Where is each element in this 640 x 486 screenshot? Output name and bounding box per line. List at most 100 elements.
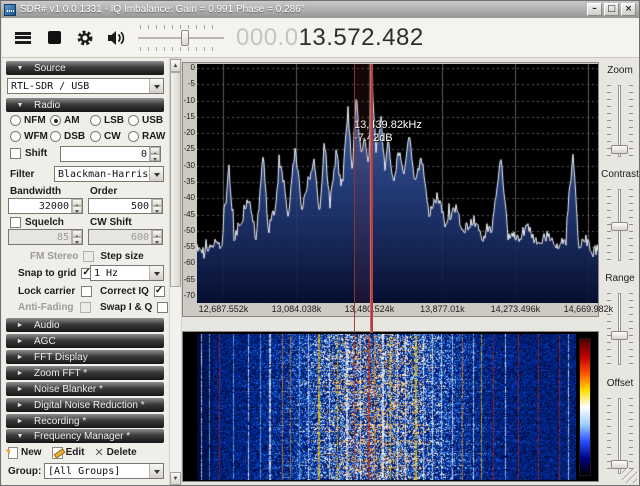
mode-radio-raw[interactable]: RAW [128,131,165,142]
chevron-down-icon[interactable] [149,167,163,181]
mode-radio-cw[interactable]: CW [90,131,121,142]
menu-button[interactable] [13,27,33,49]
chevron-down-icon[interactable] [149,266,163,280]
close-button[interactable]: × [621,3,636,16]
panel-header-recording[interactable]: ►Recording * [6,414,164,428]
squelch-spinner[interactable] [71,230,82,244]
edit-button[interactable]: Edit [52,447,85,459]
maximize-button[interactable]: □ [604,3,619,16]
slider-label: Offset [600,378,640,389]
radio-icon[interactable] [10,131,21,142]
frequency-manager-toolbar: New Edit ✕ Delete [8,446,147,459]
offset-slider[interactable] [600,398,640,474]
anti-fading-checkbox[interactable] [80,302,91,313]
fm-stereo-checkbox[interactable] [83,251,94,262]
panel-header-digitalnoisereduction[interactable]: ►Digital Noise Reduction * [6,398,164,412]
cw-shift-input[interactable]: 600 [88,229,163,245]
squelch-input[interactable]: 85 [8,229,83,245]
panel-header-source[interactable]: ▼ Source [6,61,164,75]
stop-button[interactable] [44,27,64,49]
mode-radio-dsb[interactable]: DSB [50,131,85,142]
shift-input[interactable]: 0 [60,146,161,162]
resize-grip[interactable] [622,468,637,483]
swap-iq-checkbox[interactable] [157,302,168,313]
scroll-up-arrow[interactable]: ▲ [170,59,181,72]
volume-thumb[interactable] [181,30,189,46]
panel-header-audio[interactable]: ►Audio [6,318,164,332]
collapse-triangle-icon: ► [6,402,34,409]
sidebar-scrollbar[interactable]: ▲ ▼ [169,58,182,486]
new-button[interactable]: New [8,447,42,459]
minimize-button[interactable]: – [587,3,602,16]
waterfall-canvas[interactable] [197,334,576,480]
radio-icon[interactable] [128,115,139,126]
frequency-digits[interactable]: 13.572.482 [299,24,424,52]
shift-checkbox[interactable] [10,148,21,159]
mode-label: WFM [24,131,48,142]
mode-label: AM [64,115,80,126]
order-spinner[interactable] [151,199,162,213]
mode-radio-usb[interactable]: USB [128,115,163,126]
collapse-triangle-icon: ► [6,354,34,361]
panel-header-agc[interactable]: ►AGC [6,334,164,348]
slider-thumb[interactable] [611,331,628,340]
panel-header-noiseblanker[interactable]: ►Noise Blanker * [6,382,164,396]
range-slider[interactable] [600,293,640,365]
step-size-dropdown[interactable]: 1 Hz [90,265,164,281]
radio-icon[interactable] [90,131,101,142]
bandwidth-spinner[interactable] [71,199,82,213]
radio-icon[interactable] [50,131,61,142]
mode-radio-lsb[interactable]: LSB [90,115,124,126]
slider-track[interactable] [618,293,621,365]
chevron-down-icon[interactable] [149,464,163,478]
mode-radio-am[interactable]: AM [50,115,80,126]
swap-iq-label: Swap I & Q [100,302,152,313]
scrollbar-thumb[interactable] [170,72,181,287]
slider-thumb[interactable] [611,222,628,231]
contrast-slider[interactable] [600,189,640,261]
mode-radio-nfm[interactable]: NFM [10,115,46,126]
filter-dropdown[interactable]: Blackman-Harris 4 [54,166,164,182]
titlebar[interactable]: SDR# v1.0.0.1331 - IQ Imbalance: Gain = … [1,1,639,18]
volume-ticks-bottom [140,47,220,51]
settings-button[interactable] [75,27,95,49]
radio-icon[interactable] [50,115,61,126]
shift-spinner[interactable] [149,147,160,161]
radio-icon[interactable] [90,115,101,126]
app-window: SDR# v1.0.0.1331 - IQ Imbalance: Gain = … [0,0,640,486]
squelch-checkbox[interactable] [10,217,21,228]
tuned-frequency-line[interactable] [370,64,373,333]
panel-header-radio[interactable]: ▼ Radio [6,98,164,112]
slider-thumb[interactable] [611,145,628,154]
lock-carrier-checkbox[interactable] [81,286,92,297]
radio-icon[interactable] [10,115,21,126]
bandwidth-input[interactable]: 32000 [8,198,83,214]
panel-header-zoomfft[interactable]: ►Zoom FFT * [6,366,164,380]
mute-button[interactable] [106,27,126,49]
zoom-slider[interactable] [600,85,640,157]
panel-header-frequency-manager[interactable]: ▼ Frequency Manager * [6,429,164,443]
squelch-row: Squelch [10,217,64,228]
chevron-down-icon[interactable] [149,79,163,93]
spectrum-plot[interactable]: 13,439.82kHz -7.42dB [197,64,598,303]
mode-label: NFM [24,115,46,126]
mode-radio-wfm[interactable]: WFM [10,131,48,142]
scroll-down-arrow[interactable]: ▼ [170,472,181,485]
delete-button[interactable]: ✕ Delete [94,446,136,459]
x-tick-label: 12,687.552k [199,304,249,314]
y-tick-label: 0 [191,64,195,72]
source-device-dropdown[interactable]: RTL-SDR / USB [7,78,164,94]
tuning-band-edge-line[interactable] [354,64,355,333]
frequency-display[interactable]: 000.013.572.482 [236,24,424,52]
volume-slider[interactable] [138,25,224,51]
speaker-icon [107,30,126,46]
correct-iq-checkbox[interactable] [154,286,165,297]
group-dropdown[interactable]: [All Groups] [44,463,164,479]
panel-header-fftdisplay[interactable]: ►FFT Display [6,350,164,364]
cw-shift-spinner[interactable] [151,230,162,244]
frequency-dim-digits[interactable]: 000.0 [236,24,299,52]
lock-carrier-label: Lock carrier [18,286,75,297]
spectrum-canvas[interactable] [197,64,598,303]
order-input[interactable]: 500 [88,198,163,214]
radio-icon[interactable] [128,131,139,142]
